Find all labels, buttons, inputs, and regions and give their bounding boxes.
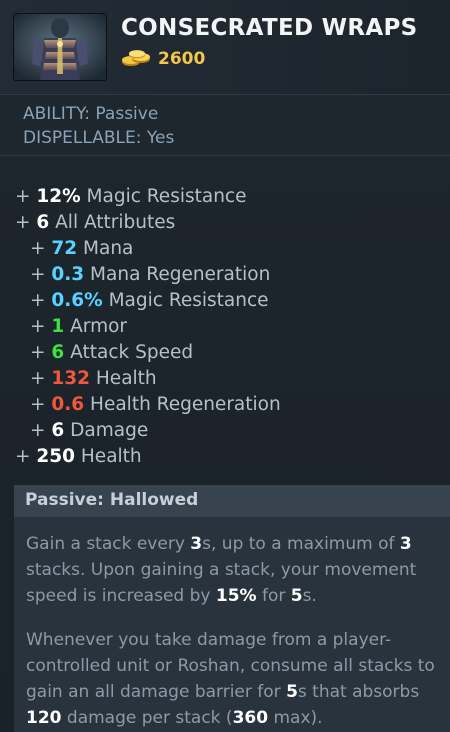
ability-meta: ABILITY: Passive DISPELLABLE: Yes xyxy=(0,95,450,155)
attribute-row: + 0.6 Health Regeneration xyxy=(30,394,281,415)
attribute-row: + 132 Health xyxy=(30,368,157,389)
item-cost: 2600 xyxy=(158,49,206,69)
ability-title: Passive: Hallowed xyxy=(25,490,199,510)
item-name: CONSECRATED WRAPS xyxy=(121,15,418,41)
dispellable-status: DISPELLABLE: Yes xyxy=(23,128,175,148)
ability-description-1: Gain a stack every 3s, up to a maximum o… xyxy=(26,534,417,606)
ability-header: Passive: Hallowed xyxy=(14,485,450,517)
attribute-row: + 72 Mana xyxy=(30,238,134,259)
item-tooltip: CONSECRATED WRAPS 2600 ABILITY: Passive … xyxy=(0,0,450,732)
ability-type: ABILITY: Passive xyxy=(23,104,159,124)
attribute-row: + 6 Damage xyxy=(30,420,149,441)
consecrated-wraps-item-icon xyxy=(14,14,106,80)
attribute-row: + 6 All Attributes xyxy=(15,212,176,233)
attribute-row: + 1 Armor xyxy=(30,316,128,337)
attribute-row: + 0.6% Magic Resistance xyxy=(30,290,269,311)
attribute-row: + 0.3 Mana Regeneration xyxy=(30,264,271,285)
attribute-row: + 6 Attack Speed xyxy=(30,342,194,363)
tooltip-header: CONSECRATED WRAPS 2600 xyxy=(0,0,450,94)
attribute-list: + 12% Magic Resistance + 6 All Attribute… xyxy=(0,157,450,485)
meta-divider xyxy=(0,155,450,156)
ability-panel: Passive: Hallowed Gain a stack every 3s,… xyxy=(14,485,450,732)
gold-coins-icon xyxy=(121,50,153,68)
ability-description-2: Whenever you take damage from a player-c… xyxy=(26,630,435,728)
attribute-row: + 12% Magic Resistance xyxy=(15,186,247,207)
attribute-row: + 250 Health xyxy=(15,446,142,467)
